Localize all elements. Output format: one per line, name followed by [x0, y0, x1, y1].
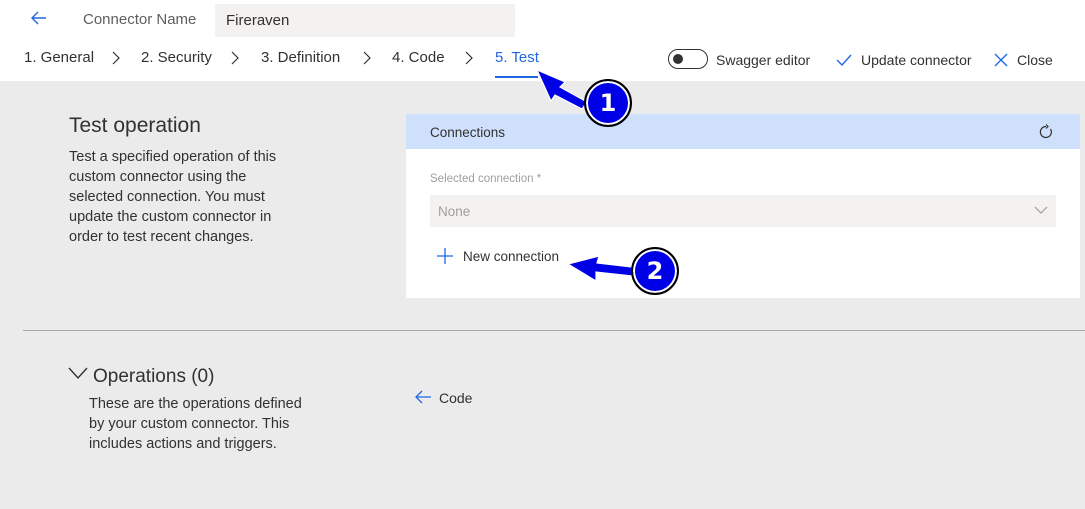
content-area: Test operation Test a specified operatio…	[0, 81, 1085, 509]
update-connector-button[interactable]: Update connector	[835, 49, 975, 71]
selected-connection-label: Selected connection *	[430, 173, 542, 185]
code-back-link[interactable]: Code	[414, 387, 494, 407]
callout-badge-2: 2	[631, 247, 679, 295]
selected-connection-value: None	[438, 204, 471, 219]
section-divider	[23, 330, 1085, 331]
chevron-right-icon	[465, 51, 473, 65]
test-operation-title: Test operation	[69, 114, 201, 137]
chevron-right-icon	[363, 51, 371, 65]
plus-icon	[437, 248, 453, 264]
swagger-editor-label: Swagger editor	[716, 52, 811, 68]
connector-name-label: Connector Name	[83, 11, 197, 28]
callout-badge-1: 1	[584, 79, 632, 127]
swagger-editor-toggle[interactable]	[668, 49, 708, 69]
refresh-icon[interactable]	[1038, 124, 1054, 140]
back-arrow-icon	[415, 390, 431, 404]
chevron-right-icon	[112, 51, 120, 65]
chevron-down-icon[interactable]	[68, 367, 88, 381]
tab-security[interactable]: 2. Security	[141, 49, 212, 66]
callout-arrow-2	[566, 255, 633, 283]
connector-name-input[interactable]	[215, 4, 515, 37]
code-link-label: Code	[439, 390, 473, 406]
connections-card: Connections Selected connection * None N…	[406, 114, 1080, 298]
test-operation-description: Test a specified operation of this custo…	[69, 149, 277, 245]
operations-title: Operations (0)	[93, 366, 215, 387]
selected-connection-dropdown[interactable]: None	[430, 195, 1056, 227]
tab-general[interactable]: 1. General	[24, 49, 94, 66]
connections-title: Connections	[430, 125, 506, 140]
close-label: Close	[1017, 52, 1053, 68]
chevron-down-icon	[1034, 206, 1048, 214]
toggle-knob	[673, 54, 683, 64]
checkmark-icon	[836, 54, 852, 67]
operations-description: These are the operations defined by your…	[89, 396, 302, 452]
update-connector-label: Update connector	[861, 52, 972, 68]
back-arrow-icon[interactable]	[28, 6, 52, 30]
connections-header: Connections	[406, 114, 1080, 149]
close-icon	[994, 53, 1008, 67]
new-connection-label: New connection	[463, 249, 560, 264]
tab-code[interactable]: 4. Code	[392, 49, 445, 66]
tab-definition[interactable]: 3. Definition	[261, 49, 340, 66]
tab-test[interactable]: 5. Test	[495, 49, 539, 66]
active-tab-underline	[495, 76, 538, 78]
chevron-right-icon	[231, 51, 239, 65]
close-button[interactable]: Close	[993, 49, 1053, 71]
top-bar: Connector Name	[0, 0, 1085, 37]
